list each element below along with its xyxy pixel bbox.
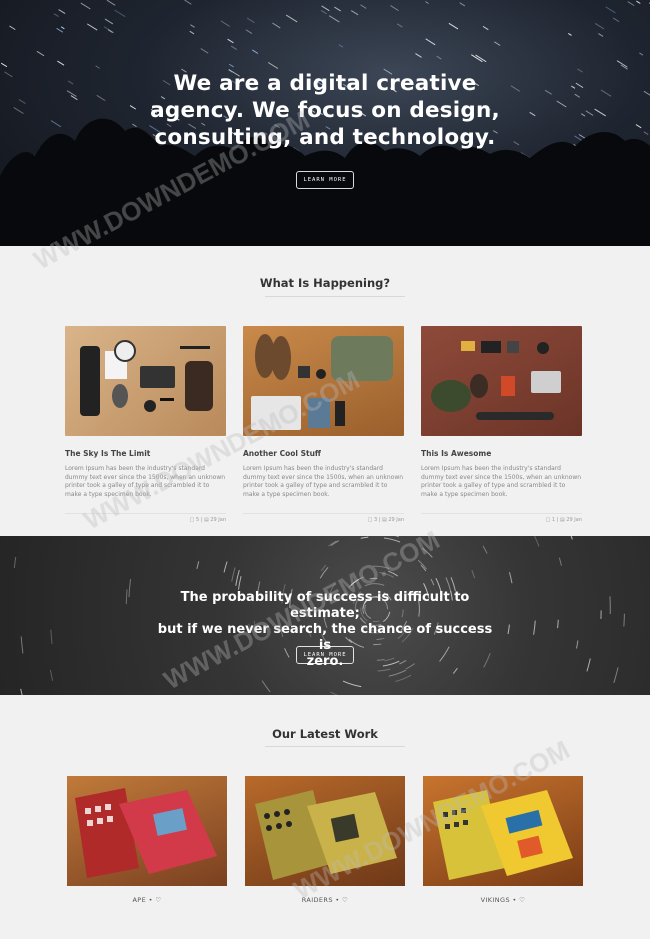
post-thumbnail[interactable] xyxy=(243,326,404,436)
happening-divider xyxy=(265,296,405,297)
portfolio-image[interactable] xyxy=(423,776,583,886)
work-divider xyxy=(265,746,405,747)
portfolio-item[interactable]: APE • ♡ xyxy=(67,776,227,904)
portfolio-caption: APE • ♡ xyxy=(132,896,162,904)
flatlay-image xyxy=(80,340,213,416)
hero-learn-more-button[interactable]: LEARN MORE xyxy=(296,171,354,189)
post-meta: □ 1 | ▤ 29 Jan xyxy=(545,517,582,523)
post-divider xyxy=(65,513,226,514)
happening-heading: What Is Happening? xyxy=(259,276,391,290)
post-title[interactable]: This Is Awesome xyxy=(421,449,582,458)
heart-icon[interactable]: ♡ xyxy=(519,896,525,904)
quote-banner: The probability of success is difficult … xyxy=(0,536,650,695)
post-excerpt: Lorem Ipsum has been the industry's stan… xyxy=(243,465,404,498)
quote-learn-more-button[interactable]: LEARN MORE xyxy=(296,646,354,664)
portfolio-name[interactable]: VIKINGS xyxy=(481,896,510,904)
heart-icon[interactable]: ♡ xyxy=(155,896,161,904)
post-title[interactable]: Another Cool Stuff xyxy=(243,449,404,458)
portfolio-item[interactable]: VIKINGS • ♡ xyxy=(423,776,583,904)
post-excerpt: Lorem Ipsum has been the industry's stan… xyxy=(65,465,226,498)
portfolio-item[interactable]: RAIDERS • ♡ xyxy=(245,776,405,904)
portfolio-caption: VIKINGS • ♡ xyxy=(480,896,526,904)
book-mockup-image xyxy=(75,788,217,878)
post-title[interactable]: The Sky Is The Limit xyxy=(65,449,226,458)
quote-line-1: The probability of success is difficult … xyxy=(180,590,470,621)
heart-icon[interactable]: ♡ xyxy=(342,896,348,904)
portfolio-name[interactable]: RAIDERS xyxy=(302,896,333,904)
portfolio-image[interactable] xyxy=(245,776,405,886)
flatlay-image xyxy=(251,334,393,430)
book-mockup-image xyxy=(433,790,573,880)
portfolio-image[interactable] xyxy=(67,776,227,886)
portfolio-name[interactable]: APE xyxy=(132,896,146,904)
work-heading: Our Latest Work xyxy=(272,727,378,741)
hero-banner: We are a digital creative agency. We foc… xyxy=(0,0,650,246)
portfolio-caption: RAIDERS • ♡ xyxy=(301,896,349,904)
flatlay-image xyxy=(431,341,561,420)
post-excerpt: Lorem Ipsum has been the industry's stan… xyxy=(421,465,582,498)
post-meta: □ 3 | ▤ 29 Jan xyxy=(367,517,404,523)
post-thumbnail[interactable] xyxy=(421,326,582,436)
book-mockup-image xyxy=(255,790,397,880)
post-divider xyxy=(243,513,404,514)
post-meta: □ 5 | ▤ 29 Jan xyxy=(189,517,226,523)
hero-headline-line-1: We are a digital creative xyxy=(173,71,477,96)
hero-headline: We are a digital creative agency. We foc… xyxy=(0,70,650,151)
hero-headline-line-2: agency. We focus on design, xyxy=(150,98,500,123)
post-card[interactable]: Another Cool Stuff Lorem Ipsum has been … xyxy=(243,326,404,523)
hero-headline-line-3: consulting, and technology. xyxy=(154,125,496,150)
post-thumbnail[interactable] xyxy=(65,326,226,436)
post-card[interactable]: The Sky Is The Limit Lorem Ipsum has bee… xyxy=(65,326,226,523)
post-card[interactable]: This Is Awesome Lorem Ipsum has been the… xyxy=(421,326,582,523)
post-divider xyxy=(421,513,582,514)
